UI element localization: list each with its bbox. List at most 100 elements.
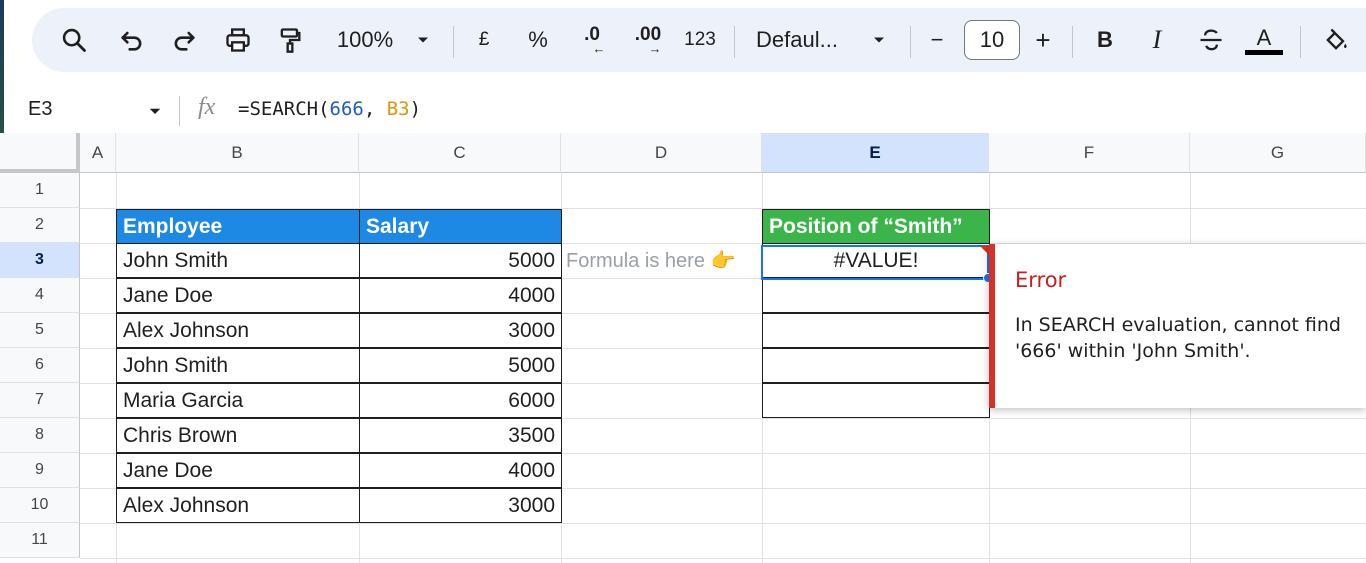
table-cell-employee[interactable]: Jane Doe [116, 453, 360, 488]
more-formats-button[interactable]: 123 [680, 8, 720, 72]
row-header-10[interactable]: 10 [0, 488, 80, 523]
table-cell-employee[interactable]: John Smith [116, 348, 360, 383]
formula-close: ) [409, 98, 422, 120]
undo-button[interactable] [112, 8, 152, 72]
toolbar-divider [453, 26, 454, 58]
text-color-bar [1245, 49, 1283, 55]
fill-color-button[interactable] [1316, 8, 1356, 72]
search-icon [62, 28, 86, 52]
table-cell-salary[interactable]: 4000 [359, 278, 562, 313]
column-header-c[interactable]: C [359, 133, 561, 173]
paint-format-icon [280, 28, 301, 53]
fill-color-icon [1326, 28, 1347, 50]
font-family-select[interactable]: Defaul... [756, 8, 852, 72]
name-box[interactable]: E3 [28, 98, 52, 121]
cell-b2-employee-header[interactable]: Employee [116, 209, 360, 244]
table-cell-salary[interactable]: 6000 [359, 383, 562, 418]
search-button[interactable] [54, 8, 94, 72]
decrease-font-size-button[interactable]: − [922, 8, 952, 72]
column-header-b[interactable]: B [116, 133, 359, 173]
table-cell-employee[interactable]: Alex Johnson [116, 488, 360, 523]
cell-d3-note[interactable]: Formula is here 👉 [562, 243, 762, 278]
select-all-corner[interactable] [0, 133, 80, 173]
toolbar-divider [1072, 26, 1073, 58]
column-header-a[interactable]: A [80, 133, 116, 173]
cell-e5[interactable] [762, 313, 990, 348]
toolbar-divider [1300, 26, 1301, 58]
strikethrough-icon [1200, 29, 1222, 51]
row-header-5[interactable]: 5 [0, 313, 80, 348]
row-header-7[interactable]: 7 [0, 383, 80, 418]
column-header-e[interactable]: E [762, 133, 989, 173]
zoom-value[interactable]: 100% [328, 8, 402, 72]
column-header-g[interactable]: G [1190, 133, 1366, 173]
strikethrough-button[interactable] [1194, 8, 1228, 72]
table-cell-employee[interactable]: Alex Johnson [116, 313, 360, 348]
chevron-down-icon [874, 37, 884, 43]
table-cell-employee[interactable]: Jane Doe [116, 278, 360, 313]
toolbar-divider [734, 26, 735, 58]
fx-icon: fx [198, 94, 216, 120]
cell-e6[interactable] [762, 348, 990, 383]
formula-arg-ref: B3 [386, 98, 410, 120]
increase-decimals-button[interactable]: .00 → [628, 8, 668, 72]
name-box-dropdown[interactable] [146, 102, 164, 125]
formula-input[interactable]: =SEARCH(666, B3) [238, 98, 421, 120]
font-size-input[interactable]: 10 [964, 20, 1020, 60]
table-cell-employee[interactable]: Maria Garcia [116, 383, 360, 418]
increase-font-size-button[interactable]: + [1028, 8, 1058, 72]
formula-separator: , [363, 98, 387, 120]
row-header-9[interactable]: 9 [0, 453, 80, 488]
error-message: In SEARCH evaluation, cannot find '666' … [1015, 314, 1341, 362]
column-header-d[interactable]: D [561, 133, 762, 173]
formula-bar: E3 fx =SEARCH(666, B3) [0, 88, 1366, 132]
row-header-1[interactable]: 1 [0, 173, 80, 208]
redo-button[interactable] [164, 8, 204, 72]
font-dropdown[interactable] [866, 8, 892, 72]
table-cell-employee[interactable]: Chris Brown [116, 418, 360, 453]
bold-button[interactable]: B [1090, 8, 1120, 72]
gridline [80, 523, 1366, 524]
cell-e7[interactable] [762, 383, 990, 418]
row-header-11[interactable]: 11 [0, 523, 80, 558]
table-cell-salary[interactable]: 4000 [359, 453, 562, 488]
table-cell-salary[interactable]: 3000 [359, 313, 562, 348]
cell-e2-position-header[interactable]: Position of “Smith” [762, 209, 990, 244]
row-header-6[interactable]: 6 [0, 348, 80, 383]
print-icon [226, 28, 250, 52]
table-cell-salary[interactable]: 3000 [359, 488, 562, 523]
formula-arg-number: 666 [329, 98, 364, 120]
table-cell-salary[interactable]: 5000 [359, 243, 562, 278]
cell-e4[interactable] [762, 278, 990, 313]
table-cell-salary[interactable]: 3500 [359, 418, 562, 453]
error-indicator-icon [980, 246, 989, 255]
error-tooltip: Error In SEARCH evaluation, cannot find … [989, 244, 1366, 408]
undo-icon [121, 31, 142, 51]
formula-divider [179, 96, 180, 126]
zoom-dropdown[interactable] [410, 8, 436, 72]
toolbar: 100% £ % .0 ← .00 → 123 Defaul... − 10 +… [32, 8, 1366, 72]
table-cell-employee[interactable]: John Smith [116, 243, 360, 278]
column-header-f[interactable]: F [989, 133, 1190, 173]
arrow-right-icon: → [648, 41, 662, 56]
table-cell-salary[interactable]: 5000 [359, 348, 562, 383]
row-header-4[interactable]: 4 [0, 278, 80, 313]
gridline [80, 558, 1366, 559]
cell-c2-salary-header[interactable]: Salary [359, 209, 562, 244]
row-header-8[interactable]: 8 [0, 418, 80, 453]
active-cell-outline [761, 245, 989, 280]
row-header-3[interactable]: 3 [0, 243, 80, 278]
paint-format-button[interactable] [270, 8, 310, 72]
redo-icon [174, 31, 195, 51]
print-button[interactable] [218, 8, 258, 72]
italic-button[interactable]: I [1142, 8, 1172, 72]
toolbar-divider [910, 26, 911, 58]
chevron-down-icon [418, 37, 428, 43]
percent-button[interactable]: % [522, 8, 554, 72]
currency-button[interactable]: £ [470, 8, 498, 72]
row-header-2[interactable]: 2 [0, 208, 80, 243]
chevron-down-icon [149, 108, 161, 114]
text-color-label: A [1256, 24, 1272, 50]
text-color-button[interactable]: A [1244, 8, 1284, 72]
decrease-decimals-button[interactable]: .0 ← [572, 8, 612, 72]
